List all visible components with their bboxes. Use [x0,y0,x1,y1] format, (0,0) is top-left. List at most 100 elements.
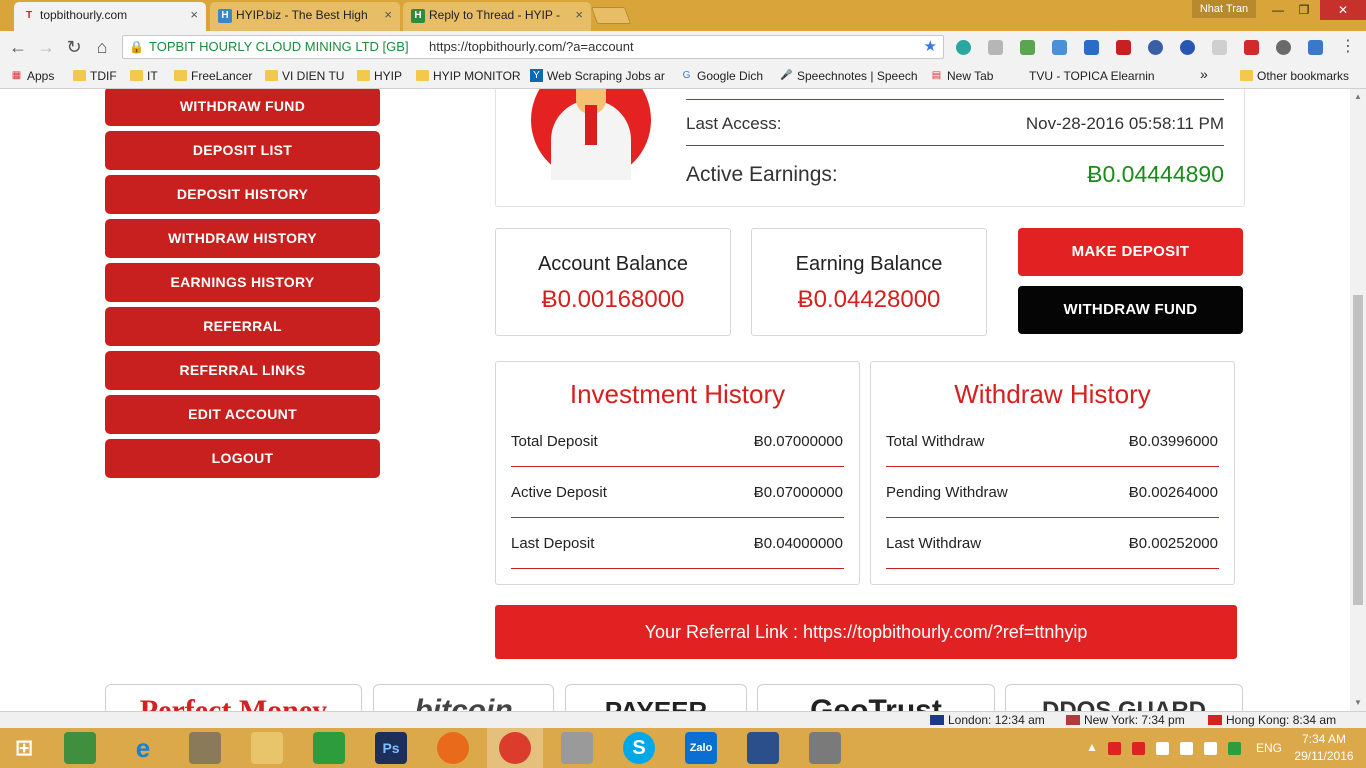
tray-usb-icon[interactable] [1156,742,1169,755]
world-clock-bar: London: 12:34 am New York: 7:34 pm Hong … [0,711,1366,728]
windows-store-icon[interactable] [313,732,345,764]
tray-antivirus-icon[interactable] [1108,742,1121,755]
virtualbox-icon[interactable] [747,732,779,764]
bookmark-folder-tdif[interactable]: TDIF [73,68,117,84]
bookmarks-overflow-chevron-icon[interactable]: » [1200,66,1208,82]
hk-flag-icon [1208,715,1222,725]
close-tab-icon[interactable]: × [384,2,392,28]
address-url[interactable]: https://topbithourly.com/?a=account [429,36,634,58]
bookmark-new-tab[interactable]: ▤ New Tab [930,68,994,84]
color-extension-icon[interactable] [1020,40,1035,55]
taskbar-date[interactable]: 29/11/2016 [1292,749,1356,763]
photoshop-icon[interactable]: Ps [375,732,407,764]
last-withdraw-label: Last Withdraw [886,535,982,552]
tray-acrobat-icon[interactable] [1132,742,1145,755]
settings-extension-icon[interactable] [1276,40,1291,55]
pdf-extension-icon[interactable] [1116,40,1131,55]
bookmark-star-icon[interactable]: ★ [924,36,937,58]
tray-drive-icon[interactable] [1228,742,1241,755]
grammarly-extension-icon[interactable] [956,40,971,55]
bookmark-folder-hyip-monitor[interactable]: HYIP MONITOR [416,68,521,84]
bookmark-folder-hyip[interactable]: HYIP [357,68,402,84]
withdraw-fund-button[interactable]: WITHDRAW FUND [1018,286,1243,334]
menu-icon[interactable]: ⋮ [1338,37,1358,57]
download-extension-icon[interactable] [1084,40,1099,55]
sidebar-item-deposit-list[interactable]: DEPOSIT LIST [105,131,380,170]
tab-title: topbithourly.com [40,8,128,22]
page-scrollbar[interactable]: ▲ ▼ [1350,89,1366,711]
new-tab-button[interactable] [590,7,632,24]
payeer-logo: PAYEER [565,684,747,711]
pen-extension-icon[interactable] [1212,40,1227,55]
close-tab-icon[interactable]: × [575,2,583,28]
profile-user-badge[interactable]: Nhat Tran [1192,0,1256,18]
make-deposit-button[interactable]: MAKE DEPOSIT [1018,228,1243,276]
reload-icon[interactable]: ↻ [64,37,84,57]
bookmark-other-bookmarks[interactable]: Other bookmarks [1240,68,1349,84]
window-close-icon[interactable]: ✕ [1320,0,1366,20]
tab-hyip-biz[interactable]: H HYIP.biz - The Best High × [210,2,400,31]
last-access-label: Last Access: [686,114,782,133]
bookmark-apps[interactable]: ▦ Apps [10,68,55,84]
home-icon[interactable]: ⌂ [92,37,112,57]
calculator-icon[interactable] [561,732,593,764]
back-arrow-icon[interactable]: ← [8,37,28,57]
translate-extension-icon[interactable] [1052,40,1067,55]
excel-chart-icon[interactable] [64,732,96,764]
bookmark-tvu-topica[interactable]: TVU - TOPICA Elearnin [1012,68,1155,84]
zalo-icon[interactable]: Zalo [685,732,717,764]
folder-icon [73,70,86,81]
sidebar-item-edit-account[interactable]: EDIT ACCOUNT [105,395,380,434]
camera-icon[interactable] [809,732,841,764]
page-content: WITHDRAW FUND DEPOSIT LIST DEPOSIT HISTO… [0,89,1350,711]
folder-icon [265,70,278,81]
sidebar-item-referral[interactable]: REFERRAL [105,307,380,346]
bookmark-google-dich[interactable]: G Google Dich [680,68,763,84]
minimize-icon[interactable]: — [1264,0,1292,20]
file-explorer-icon[interactable] [251,732,283,764]
earning-balance-value: Ƀ0.04428000 [797,286,941,313]
vpn-extension-icon[interactable] [1148,40,1163,55]
scroll-up-icon[interactable]: ▲ [1353,92,1363,102]
sidebar-item-withdraw-fund[interactable]: WITHDRAW FUND [105,89,380,126]
drive-extension-icon[interactable] [988,40,1003,55]
acrobat-extension-icon[interactable] [1244,40,1259,55]
sidebar-item-withdraw-history[interactable]: WITHDRAW HISTORY [105,219,380,258]
referral-link-banner[interactable]: Your Referral Link : https://topbithourl… [495,605,1237,659]
internet-explorer-icon[interactable]: e [127,732,159,764]
address-bar[interactable]: 🔒 TOPBIT HOURLY CLOUD MINING LTD [GB] ht… [122,35,944,59]
tab-reply-thread[interactable]: H Reply to Thread - HYIP - × [403,2,591,31]
site-identity: TOPBIT HOURLY CLOUD MINING LTD [GB] [149,39,409,54]
sidebar-item-deposit-history[interactable]: DEPOSIT HISTORY [105,175,380,214]
bookmark-folder-vi-dien-tu[interactable]: VI DIEN TU [265,68,344,84]
sidebar-item-earnings-history[interactable]: EARNINGS HISTORY [105,263,380,302]
tray-volume-icon[interactable] [1180,742,1193,755]
earning-balance-card: Earning Balance Ƀ0.04428000 [751,228,987,336]
play-extension-icon[interactable] [1180,40,1195,55]
chrome-icon[interactable] [499,732,531,764]
tray-network-icon[interactable] [1204,742,1217,755]
input-language[interactable]: ENG [1254,741,1284,755]
scrollbar-thumb[interactable] [1353,295,1363,605]
firefox-icon[interactable] [437,732,469,764]
calendar-extension-icon[interactable] [1308,40,1323,55]
sidebar-item-referral-links[interactable]: REFERRAL LINKS [105,351,380,390]
scroll-down-icon[interactable]: ▼ [1353,698,1363,708]
skype-icon[interactable]: S [623,732,655,764]
sidebar-item-logout[interactable]: LOGOUT [105,439,380,478]
lock-icon: 🔒 [129,40,144,54]
bookmark-web-scraping[interactable]: Y Web Scraping Jobs ar [530,68,665,84]
bookmark-speechnotes[interactable]: 🎤 Speechnotes | Speech [780,68,917,84]
clock-london: London: 12:34 am [930,713,1045,727]
windows-start-icon[interactable]: ⊞ [8,732,40,764]
close-tab-icon[interactable]: × [190,2,198,28]
tools-icon[interactable] [189,732,221,764]
forward-arrow-icon[interactable]: → [36,37,56,57]
bookmark-folder-it[interactable]: IT [130,68,158,84]
taskbar-time[interactable]: 7:34 AM [1292,732,1356,746]
restore-icon[interactable]: ❐ [1290,0,1318,20]
tab-topbithourly[interactable]: T topbithourly.com × [14,2,206,31]
folder-icon [416,70,429,81]
tray-expand-icon[interactable]: ▲ [1086,740,1098,754]
bookmark-folder-freelancer[interactable]: FreeLancer [174,68,252,84]
